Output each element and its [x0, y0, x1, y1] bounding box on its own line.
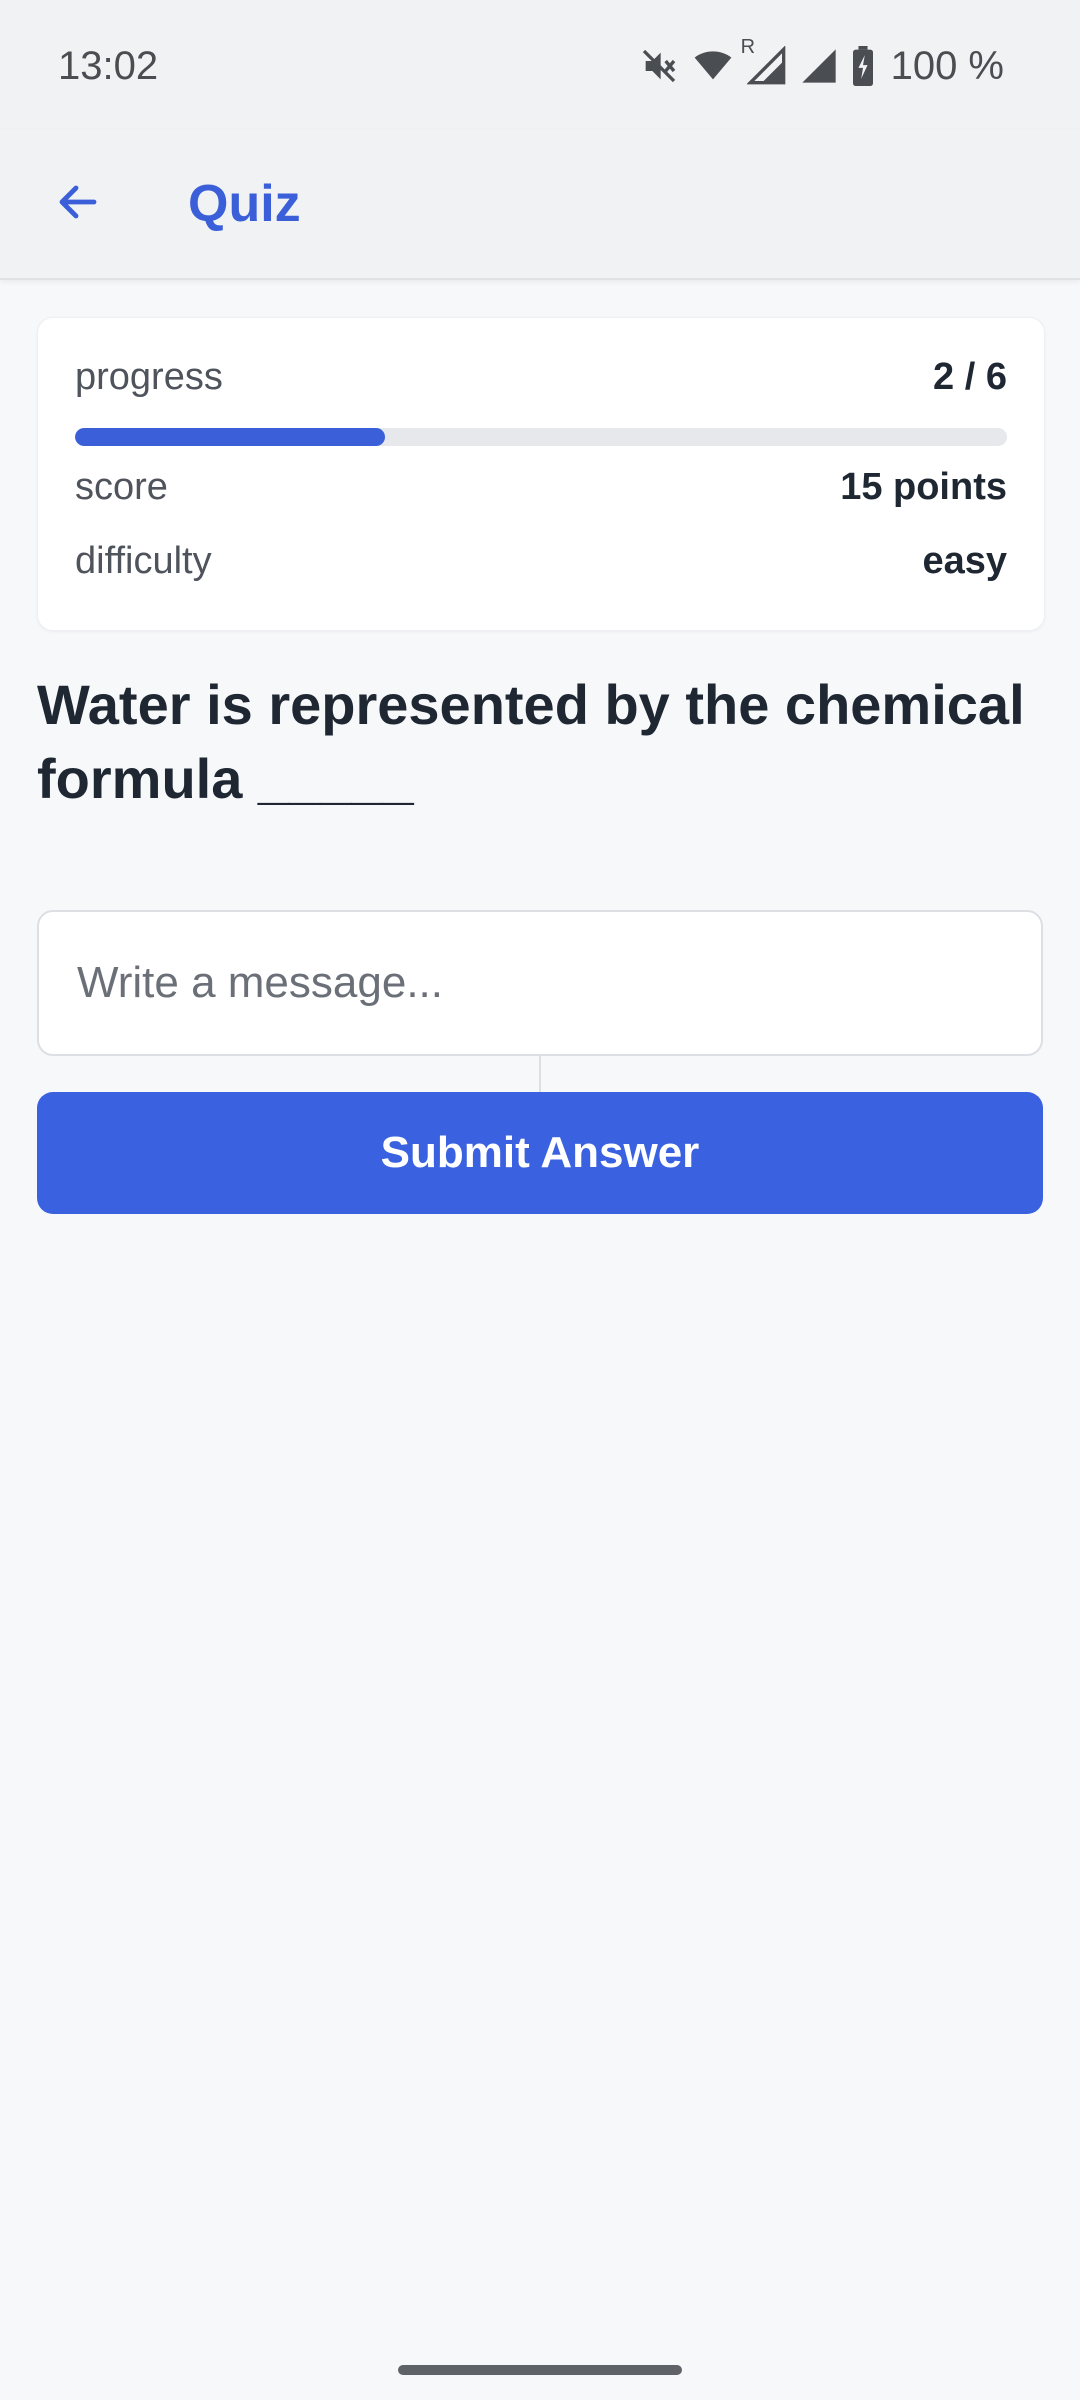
progress-label: progress	[75, 356, 223, 398]
score-row: score 15 points	[75, 466, 1007, 509]
submit-answer-button[interactable]: Submit Answer	[37, 1092, 1043, 1214]
signal-roaming-icon: R	[741, 36, 787, 86]
divider	[539, 1056, 541, 1092]
battery-charging-icon	[851, 46, 875, 86]
difficulty-value: easy	[922, 540, 1007, 582]
question-text: Water is represented by the chemical for…	[37, 673, 1025, 810]
mute-icon	[639, 46, 679, 86]
status-icons: R 100 %	[639, 36, 1004, 94]
answer-input[interactable]	[37, 910, 1043, 1056]
status-bar: 13:02 R 100 %	[0, 0, 1080, 130]
arrow-left-icon	[54, 178, 102, 231]
battery-text: 100 %	[890, 44, 1004, 88]
back-button[interactable]	[40, 166, 116, 242]
progress-bar-fill	[75, 428, 386, 446]
progress-value: 2 / 6	[933, 356, 1007, 398]
status-time: 13:02	[58, 44, 159, 88]
page-title: Quiz	[188, 175, 301, 233]
roaming-label: R	[740, 36, 756, 58]
difficulty-label: difficulty	[75, 540, 212, 582]
stats-card: progress 2 / 6 score 15 points difficult…	[37, 317, 1045, 631]
score-label: score	[75, 466, 168, 508]
app-bar: Quiz	[0, 130, 1080, 280]
difficulty-row: difficulty easy	[75, 540, 1007, 583]
progress-bar	[75, 428, 1007, 446]
gesture-nav-handle[interactable]	[398, 2365, 682, 2375]
score-value: 15 points	[840, 466, 1007, 508]
progress-row: progress 2 / 6	[75, 356, 1007, 399]
signal-icon	[799, 46, 839, 86]
wifi-icon	[691, 46, 735, 86]
